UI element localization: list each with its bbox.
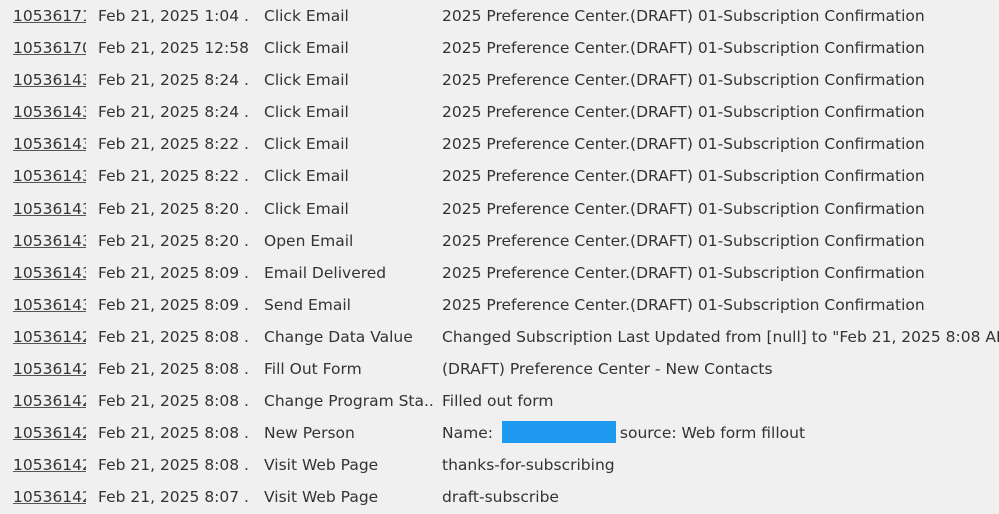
activity-date: Feb 21, 2025 8:24 ...: [98, 71, 248, 90]
activity-id-link[interactable]: 10536142!: [13, 328, 86, 346]
activity-detail: Changed Subscription Last Updated from […: [442, 327, 999, 346]
activity-detail: 2025 Preference Center.(DRAFT) 01-Subscr…: [442, 167, 925, 186]
activity-id-link[interactable]: 10536143(: [13, 71, 86, 89]
activity-id-link[interactable]: 10536142:: [13, 360, 86, 378]
activity-type: Click Email: [264, 135, 349, 154]
table-row[interactable]: 10536143( Feb 21, 2025 8:09 ... Send Ema…: [0, 289, 999, 321]
activity-type: Click Email: [264, 7, 349, 25]
redacted-name-block: [501, 421, 616, 444]
activity-date: Feb 21, 2025 8:08 ...: [98, 456, 248, 475]
activity-id-link[interactable]: 10536142!: [13, 424, 86, 442]
activity-id-link[interactable]: 10536143': [13, 264, 86, 282]
activity-id-link[interactable]: 10536142(: [13, 456, 86, 474]
activity-id-link[interactable]: 10536143:: [13, 103, 86, 121]
activity-detail: Name: source: Web form fillout: [442, 417, 999, 449]
table-row[interactable]: 10536142( Feb 21, 2025 8:08 ... Change P…: [0, 385, 999, 417]
activity-type: Visit Web Page: [264, 456, 379, 475]
activity-type: Click Email: [264, 199, 349, 218]
table-row[interactable]: 10536143· Feb 21, 2025 8:20 ... Click Em…: [0, 193, 999, 225]
activity-id-link[interactable]: 10536171(: [13, 7, 86, 25]
activity-id-link[interactable]: 10536170:: [13, 39, 86, 57]
table-row[interactable]: 10536143! Feb 21, 2025 8:22 ... Click Em…: [0, 160, 999, 192]
detail-suffix: source: Web form fillout: [619, 424, 806, 443]
activity-type: Click Email: [264, 167, 349, 186]
table-row[interactable]: 10536142: Feb 21, 2025 8:07 ... Visit We…: [0, 481, 999, 513]
table-row[interactable]: 10536143: Feb 21, 2025 8:20 ... Open Ema…: [0, 225, 999, 257]
activity-id-link[interactable]: 10536143:: [13, 232, 86, 250]
activity-type: Click Email: [264, 39, 349, 58]
activity-detail: Filled out form: [442, 392, 554, 411]
activity-date: Feb 21, 2025 8:22 ...: [98, 135, 248, 154]
activity-detail: thanks-for-subscribing: [442, 456, 615, 475]
activity-date: Feb 21, 2025 8:08 ...: [98, 360, 248, 379]
activity-type: Change Program Sta...: [264, 392, 434, 411]
activity-detail: 2025 Preference Center.(DRAFT) 01-Subscr…: [442, 135, 925, 154]
activity-date: Feb 21, 2025 1:04 ...: [98, 7, 248, 25]
activity-type: Send Email: [264, 295, 351, 314]
table-row[interactable]: 10536143( Feb 21, 2025 8:24 ... Click Em…: [0, 64, 999, 96]
activity-type: New Person: [264, 424, 355, 443]
activity-date: Feb 21, 2025 8:24 ...: [98, 103, 248, 122]
activity-date: Feb 21, 2025 8:09 ...: [98, 263, 248, 282]
table-row[interactable]: 10536142! Feb 21, 2025 8:08 ... New Pers…: [0, 417, 999, 449]
activity-date: Feb 21, 2025 8:07 ...: [98, 488, 248, 507]
activity-id-link[interactable]: 10536143(: [13, 135, 86, 153]
activity-detail: 2025 Preference Center.(DRAFT) 01-Subscr…: [442, 199, 925, 218]
activity-detail: 2025 Preference Center.(DRAFT) 01-Subscr…: [442, 39, 925, 58]
activity-date: Feb 21, 2025 8:22 ...: [98, 167, 248, 186]
activity-date: Feb 21, 2025 8:08 ...: [98, 424, 248, 443]
activity-id-link[interactable]: 10536143!: [13, 167, 86, 185]
activity-date: Feb 21, 2025 8:08 ...: [98, 392, 248, 411]
table-row[interactable]: 10536143: Feb 21, 2025 8:24 ... Click Em…: [0, 96, 999, 128]
table-row[interactable]: 10536143' Feb 21, 2025 8:09 ... Email De…: [0, 257, 999, 289]
activity-id-link[interactable]: 10536142:: [13, 488, 86, 506]
activity-detail: 2025 Preference Center.(DRAFT) 01-Subscr…: [442, 103, 925, 122]
activity-detail: 2025 Preference Center.(DRAFT) 01-Subscr…: [442, 263, 925, 282]
table-row[interactable]: 10536142( Feb 21, 2025 8:08 ... Visit We…: [0, 449, 999, 481]
activity-type: Fill Out Form: [264, 360, 362, 379]
table-row[interactable]: 10536142: Feb 21, 2025 8:08 ... Fill Out…: [0, 353, 999, 385]
activity-detail: draft-subscribe: [442, 488, 559, 507]
activity-log-table: 10536171( Feb 21, 2025 1:04 ... Click Em…: [0, 0, 999, 514]
activity-detail: 2025 Preference Center.(DRAFT) 01-Subscr…: [442, 7, 925, 25]
activity-detail: (DRAFT) Preference Center - New Contacts: [442, 360, 773, 379]
activity-detail: 2025 Preference Center.(DRAFT) 01-Subscr…: [442, 71, 925, 90]
table-row[interactable]: 10536170: Feb 21, 2025 12:58... Click Em…: [0, 32, 999, 64]
activity-type: Open Email: [264, 231, 354, 250]
activity-date: Feb 21, 2025 8:08 ...: [98, 327, 248, 346]
activity-id-link[interactable]: 10536143·: [13, 200, 86, 218]
activity-id-link[interactable]: 10536143(: [13, 296, 86, 314]
activity-date: Feb 21, 2025 8:20 ...: [98, 199, 248, 218]
table-row[interactable]: 10536143( Feb 21, 2025 8:22 ... Click Em…: [0, 128, 999, 160]
activity-date: Feb 21, 2025 12:58...: [98, 39, 248, 58]
activity-id-link[interactable]: 10536142(: [13, 392, 86, 410]
activity-type: Visit Web Page: [264, 488, 379, 507]
table-row[interactable]: 10536171( Feb 21, 2025 1:04 ... Click Em…: [0, 0, 999, 32]
detail-prefix: Name:: [442, 424, 498, 443]
activity-type: Email Delivered: [264, 263, 387, 282]
activity-date: Feb 21, 2025 8:09 ...: [98, 295, 248, 314]
activity-type: Click Email: [264, 103, 349, 122]
activity-detail: 2025 Preference Center.(DRAFT) 01-Subscr…: [442, 231, 925, 250]
activity-type: Click Email: [264, 71, 349, 90]
table-row[interactable]: 10536142! Feb 21, 2025 8:08 ... Change D…: [0, 321, 999, 353]
activity-type: Change Data Value: [264, 327, 413, 346]
activity-detail: 2025 Preference Center.(DRAFT) 01-Subscr…: [442, 295, 925, 314]
activity-date: Feb 21, 2025 8:20 ...: [98, 231, 248, 250]
